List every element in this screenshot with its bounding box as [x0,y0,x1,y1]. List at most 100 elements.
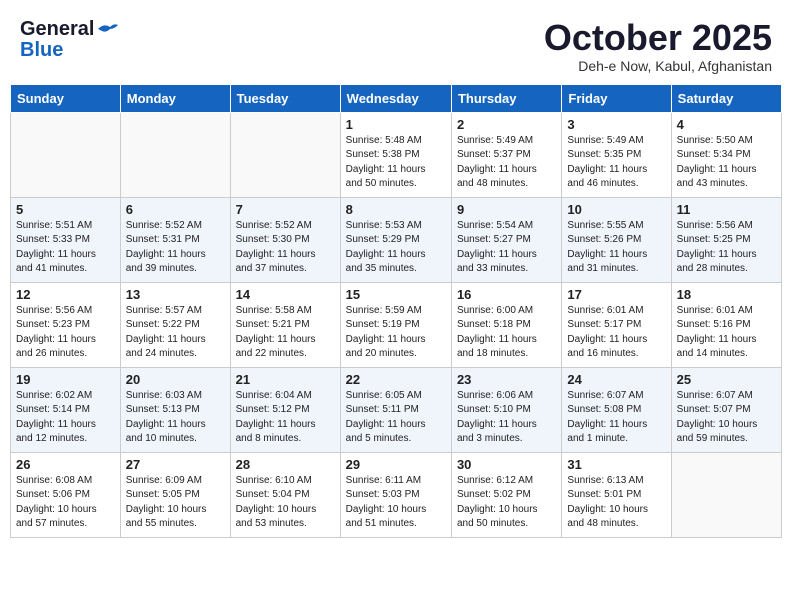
calendar-day-cell: 29 Sunrise: 6:11 AM Sunset: 5:03 PM Dayli… [340,452,451,537]
day-info: Sunrise: 5:54 AM Sunset: 5:27 PM Dayligh… [457,219,556,277]
day-info: Sunrise: 5:51 AM Sunset: 5:33 PM Dayligh… [16,219,115,277]
day-number: 9 [457,202,556,217]
day-info: Sunrise: 6:07 AM Sunset: 5:08 PM Dayligh… [567,389,665,447]
calendar-day-cell: 2 Sunrise: 5:49 AM Sunset: 5:37 PM Daylig… [451,112,561,197]
calendar-week-row: 1 Sunrise: 5:48 AM Sunset: 5:38 PM Daylig… [11,112,782,197]
day-info: Sunrise: 6:00 AM Sunset: 5:18 PM Dayligh… [457,304,556,362]
calendar-day-cell: 3 Sunrise: 5:49 AM Sunset: 5:35 PM Daylig… [562,112,671,197]
day-number: 8 [346,202,446,217]
calendar-day-cell: 1 Sunrise: 5:48 AM Sunset: 5:38 PM Daylig… [340,112,451,197]
day-info: Sunrise: 5:52 AM Sunset: 5:30 PM Dayligh… [236,219,335,277]
day-number: 13 [126,287,225,302]
day-number: 19 [16,372,115,387]
day-number: 7 [236,202,335,217]
day-number: 5 [16,202,115,217]
title-block: October 2025 Deh-e Now, Kabul, Afghanist… [544,18,772,74]
day-info: Sunrise: 6:13 AM Sunset: 5:01 PM Dayligh… [567,474,665,532]
day-info: Sunrise: 6:07 AM Sunset: 5:07 PM Dayligh… [677,389,776,447]
day-number: 6 [126,202,225,217]
day-number: 16 [457,287,556,302]
day-number: 24 [567,372,665,387]
day-number: 11 [677,202,776,217]
day-number: 1 [346,117,446,132]
calendar-day-cell: 12 Sunrise: 5:56 AM Sunset: 5:23 PM Dayli… [11,282,121,367]
day-info: Sunrise: 5:49 AM Sunset: 5:35 PM Dayligh… [567,134,665,192]
day-number: 29 [346,457,446,472]
day-info: Sunrise: 6:03 AM Sunset: 5:13 PM Dayligh… [126,389,225,447]
calendar-day-cell: 16 Sunrise: 6:00 AM Sunset: 5:18 PM Dayli… [451,282,561,367]
calendar-day-cell: 5 Sunrise: 5:51 AM Sunset: 5:33 PM Daylig… [11,197,121,282]
location-text: Deh-e Now, Kabul, Afghanistan [544,58,772,74]
calendar-week-row: 19 Sunrise: 6:02 AM Sunset: 5:14 PM Dayli… [11,367,782,452]
day-info: Sunrise: 6:10 AM Sunset: 5:04 PM Dayligh… [236,474,335,532]
weekday-header-wednesday: Wednesday [340,84,451,112]
calendar-day-cell: 15 Sunrise: 5:59 AM Sunset: 5:19 PM Dayli… [340,282,451,367]
calendar-day-cell: 17 Sunrise: 6:01 AM Sunset: 5:17 PM Dayli… [562,282,671,367]
day-number: 30 [457,457,556,472]
calendar-day-cell: 27 Sunrise: 6:09 AM Sunset: 5:05 PM Dayli… [120,452,230,537]
day-number: 12 [16,287,115,302]
weekday-header-sunday: Sunday [11,84,121,112]
calendar-empty-cell [120,112,230,197]
logo-bird-icon [96,21,118,37]
day-info: Sunrise: 6:02 AM Sunset: 5:14 PM Dayligh… [16,389,115,447]
day-info: Sunrise: 5:57 AM Sunset: 5:22 PM Dayligh… [126,304,225,362]
day-number: 23 [457,372,556,387]
day-number: 25 [677,372,776,387]
day-number: 4 [677,117,776,132]
calendar-day-cell: 24 Sunrise: 6:07 AM Sunset: 5:08 PM Dayli… [562,367,671,452]
weekday-header-saturday: Saturday [671,84,781,112]
day-number: 27 [126,457,225,472]
calendar-day-cell: 31 Sunrise: 6:13 AM Sunset: 5:01 PM Dayli… [562,452,671,537]
calendar-week-row: 5 Sunrise: 5:51 AM Sunset: 5:33 PM Daylig… [11,197,782,282]
calendar-day-cell: 6Sunrise: 5:52 AM Sunset: 5:31 PM Daylig… [120,197,230,282]
calendar-day-cell: 20Sunrise: 6:03 AM Sunset: 5:13 PM Dayli… [120,367,230,452]
calendar-day-cell: 11 Sunrise: 5:56 AM Sunset: 5:25 PM Dayli… [671,197,781,282]
calendar-day-cell: 21 Sunrise: 6:04 AM Sunset: 5:12 PM Dayli… [230,367,340,452]
day-number: 28 [236,457,335,472]
day-info: Sunrise: 5:50 AM Sunset: 5:34 PM Dayligh… [677,134,776,192]
day-info: Sunrise: 5:48 AM Sunset: 5:38 PM Dayligh… [346,134,446,192]
day-info: Sunrise: 6:06 AM Sunset: 5:10 PM Dayligh… [457,389,556,447]
calendar-day-cell: 30Sunrise: 6:12 AM Sunset: 5:02 PM Dayli… [451,452,561,537]
month-title: October 2025 [544,18,772,58]
day-info: Sunrise: 5:58 AM Sunset: 5:21 PM Dayligh… [236,304,335,362]
calendar-day-cell: 19 Sunrise: 6:02 AM Sunset: 5:14 PM Dayli… [11,367,121,452]
day-info: Sunrise: 6:05 AM Sunset: 5:11 PM Dayligh… [346,389,446,447]
page-header: General Blue October 2025 Deh-e Now, Kab… [10,10,782,78]
calendar-day-cell: 22Sunrise: 6:05 AM Sunset: 5:11 PM Dayli… [340,367,451,452]
calendar-day-cell: 18 Sunrise: 6:01 AM Sunset: 5:16 PM Dayli… [671,282,781,367]
calendar-week-row: 26Sunrise: 6:08 AM Sunset: 5:06 PM Dayli… [11,452,782,537]
day-info: Sunrise: 6:01 AM Sunset: 5:16 PM Dayligh… [677,304,776,362]
calendar-day-cell: 7 Sunrise: 5:52 AM Sunset: 5:30 PM Daylig… [230,197,340,282]
day-number: 17 [567,287,665,302]
day-info: Sunrise: 6:01 AM Sunset: 5:17 PM Dayligh… [567,304,665,362]
day-info: Sunrise: 5:56 AM Sunset: 5:25 PM Dayligh… [677,219,776,277]
day-info: Sunrise: 6:09 AM Sunset: 5:05 PM Dayligh… [126,474,225,532]
calendar-day-cell: 8Sunrise: 5:53 AM Sunset: 5:29 PM Daylig… [340,197,451,282]
day-number: 15 [346,287,446,302]
day-number: 31 [567,457,665,472]
day-number: 14 [236,287,335,302]
day-number: 21 [236,372,335,387]
day-number: 2 [457,117,556,132]
weekday-header-thursday: Thursday [451,84,561,112]
day-info: Sunrise: 6:11 AM Sunset: 5:03 PM Dayligh… [346,474,446,532]
logo-general-text: General [20,18,94,41]
day-number: 18 [677,287,776,302]
calendar-day-cell: 25 Sunrise: 6:07 AM Sunset: 5:07 PM Dayli… [671,367,781,452]
day-info: Sunrise: 5:55 AM Sunset: 5:26 PM Dayligh… [567,219,665,277]
calendar-table: SundayMondayTuesdayWednesdayThursdayFrid… [10,84,782,538]
calendar-day-cell: 4 Sunrise: 5:50 AM Sunset: 5:34 PM Daylig… [671,112,781,197]
day-info: Sunrise: 5:56 AM Sunset: 5:23 PM Dayligh… [16,304,115,362]
day-info: Sunrise: 5:59 AM Sunset: 5:19 PM Dayligh… [346,304,446,362]
day-info: Sunrise: 6:04 AM Sunset: 5:12 PM Dayligh… [236,389,335,447]
calendar-empty-cell [230,112,340,197]
weekday-header-row: SundayMondayTuesdayWednesdayThursdayFrid… [11,84,782,112]
calendar-day-cell: 14 Sunrise: 5:58 AM Sunset: 5:21 PM Dayli… [230,282,340,367]
day-info: Sunrise: 5:49 AM Sunset: 5:37 PM Dayligh… [457,134,556,192]
calendar-week-row: 12 Sunrise: 5:56 AM Sunset: 5:23 PM Dayli… [11,282,782,367]
day-number: 3 [567,117,665,132]
calendar-day-cell: 10Sunrise: 5:55 AM Sunset: 5:26 PM Dayli… [562,197,671,282]
weekday-header-tuesday: Tuesday [230,84,340,112]
